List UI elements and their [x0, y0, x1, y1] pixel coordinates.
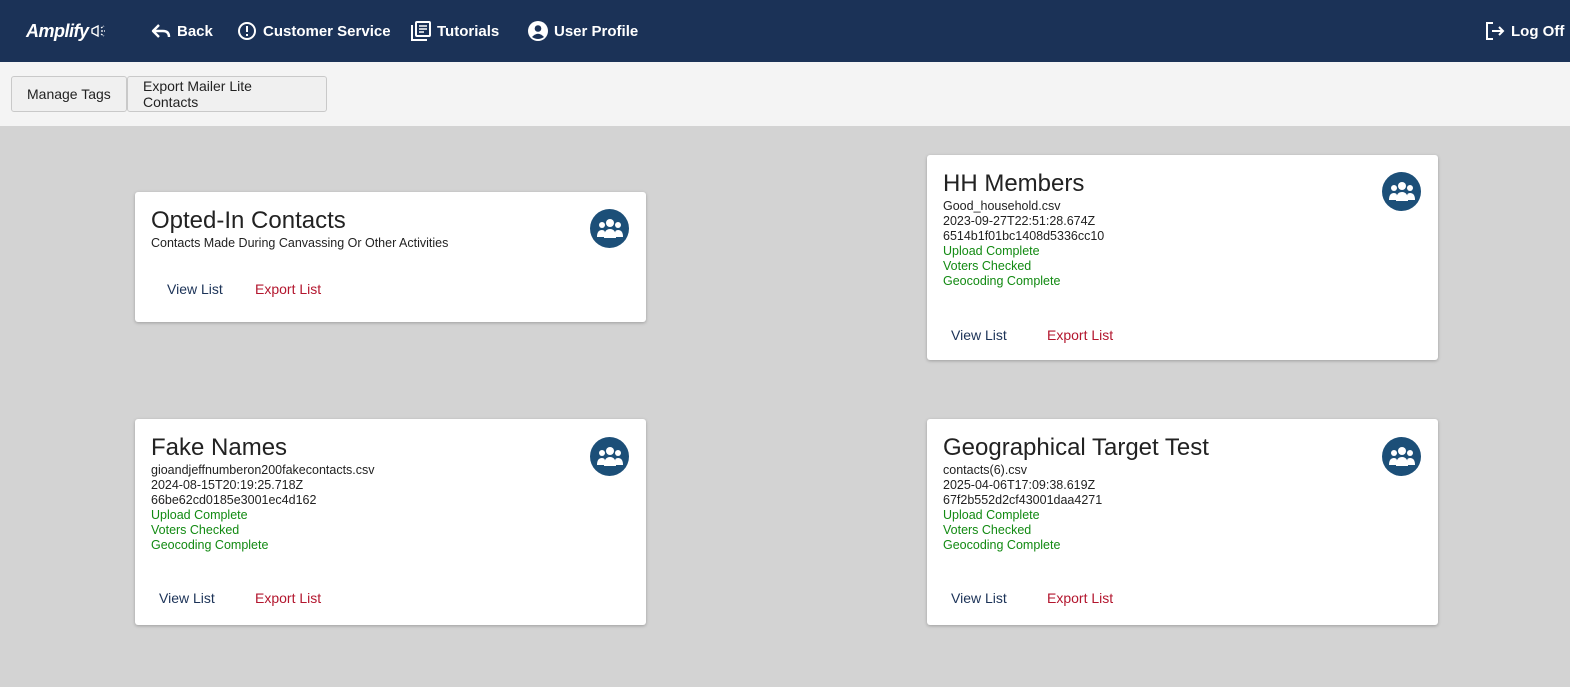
- account-circle-icon: [528, 21, 548, 41]
- card-filename: gioandjeffnumberon200fakecontacts.csv: [151, 463, 375, 477]
- status-voters: Voters Checked: [943, 523, 1032, 537]
- export-list-button[interactable]: Export List: [1047, 590, 1113, 606]
- card-description: Contacts Made During Canvassing Or Other…: [151, 236, 449, 250]
- top-navbar: Amplify Back Customer Service Tutorials: [0, 0, 1570, 62]
- list-card: HH Members Good_household.csv 2023-09-27…: [927, 155, 1438, 360]
- card-title: Opted-In Contacts: [151, 207, 346, 234]
- card-id: 66be62cd0185e3001ec4d162: [151, 493, 317, 507]
- customer-service-label: Customer Service: [263, 22, 391, 40]
- view-list-button[interactable]: View List: [951, 590, 1007, 606]
- export-list-button[interactable]: Export List: [255, 281, 321, 297]
- logo-text: Amplify: [26, 20, 89, 41]
- back-button[interactable]: Back: [151, 0, 213, 62]
- status-upload: Upload Complete: [943, 244, 1040, 258]
- tutorials-label: Tutorials: [437, 22, 500, 40]
- group-icon: [590, 437, 629, 476]
- status-geocoding: Geocoding Complete: [943, 538, 1061, 552]
- card-id: 67f2b552d2cf43001daa4271: [943, 493, 1103, 507]
- export-list-button[interactable]: Export List: [255, 590, 321, 606]
- view-list-button[interactable]: View List: [159, 590, 215, 606]
- list-card: Fake Names gioandjeffnumberon200fakecont…: [135, 419, 646, 625]
- megaphone-icon: [90, 24, 105, 38]
- back-arrow-icon: [151, 24, 171, 38]
- library-books-icon: [411, 21, 431, 41]
- back-label: Back: [177, 22, 213, 40]
- card-title: Geographical Target Test: [943, 434, 1209, 461]
- status-voters: Voters Checked: [151, 523, 240, 537]
- action-toolbar: Manage Tags Export Mailer Lite Contacts: [0, 62, 1570, 126]
- export-list-button[interactable]: Export List: [1047, 327, 1113, 343]
- status-upload: Upload Complete: [151, 508, 248, 522]
- export-mailer-lite-button[interactable]: Export Mailer Lite Contacts: [127, 76, 327, 112]
- card-id: 6514b1f01bc1408d5336cc10: [943, 229, 1105, 243]
- list-card: Geographical Target Test contacts(6).csv…: [927, 419, 1438, 625]
- card-filename: contacts(6).csv: [943, 463, 1028, 477]
- user-profile-label: User Profile: [554, 22, 639, 40]
- user-profile-button[interactable]: User Profile: [528, 0, 638, 62]
- card-timestamp: 2025-04-06T17:09:38.619Z: [943, 478, 1096, 492]
- view-list-button[interactable]: View List: [951, 327, 1007, 343]
- logoff-button[interactable]: Log Off: [1485, 0, 1564, 62]
- manage-tags-button[interactable]: Manage Tags: [11, 76, 127, 112]
- group-icon: [1382, 437, 1421, 476]
- alert-circle-icon: [238, 22, 256, 40]
- status-geocoding: Geocoding Complete: [943, 274, 1061, 288]
- card-timestamp: 2023-09-27T22:51:28.674Z: [943, 214, 1096, 228]
- status-upload: Upload Complete: [943, 508, 1040, 522]
- status-geocoding: Geocoding Complete: [151, 538, 269, 552]
- tutorials-button[interactable]: Tutorials: [411, 0, 499, 62]
- card-filename: Good_household.csv: [943, 199, 1061, 213]
- amplify-logo[interactable]: Amplify: [26, 18, 108, 44]
- card-title: Fake Names: [151, 434, 288, 461]
- group-icon: [1382, 172, 1421, 211]
- status-voters: Voters Checked: [943, 259, 1032, 273]
- list-card: Opted-In Contacts Contacts Made During C…: [135, 192, 646, 322]
- group-icon: [590, 209, 629, 248]
- card-title: HH Members: [943, 170, 1085, 197]
- view-list-button[interactable]: View List: [167, 281, 223, 297]
- customer-service-button[interactable]: Customer Service: [237, 0, 391, 62]
- card-timestamp: 2024-08-15T20:19:25.718Z: [151, 478, 304, 492]
- logoff-label: Log Off: [1511, 22, 1565, 40]
- logout-icon: [1486, 22, 1505, 40]
